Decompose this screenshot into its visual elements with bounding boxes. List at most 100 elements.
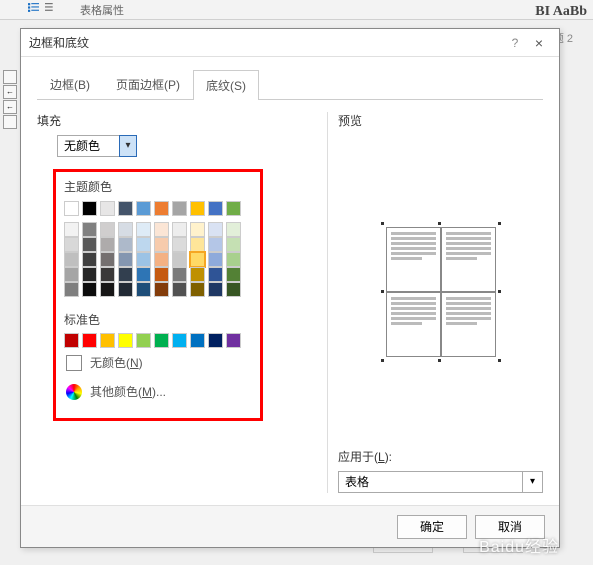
color-swatch[interactable]: [208, 237, 223, 252]
tab-shading[interactable]: 底纹(S): [193, 70, 259, 100]
color-swatch[interactable]: [100, 201, 115, 216]
apply-to-combo[interactable]: 表格 ▾: [338, 471, 543, 493]
more-colors-option[interactable]: 其他颜色(M)...: [64, 377, 252, 406]
color-swatch[interactable]: [136, 201, 151, 216]
more-colors-label: 其他颜色(M)...: [90, 383, 166, 400]
color-swatch[interactable]: [118, 201, 133, 216]
color-swatch[interactable]: [154, 201, 169, 216]
cancel-button[interactable]: 取消: [475, 515, 545, 539]
help-button[interactable]: ?: [503, 36, 527, 50]
color-swatch[interactable]: [226, 237, 241, 252]
color-swatch[interactable]: [82, 252, 97, 267]
color-swatch[interactable]: [172, 282, 187, 297]
color-swatch[interactable]: [118, 252, 133, 267]
fill-combo-value: 无颜色: [57, 135, 119, 157]
color-swatch[interactable]: [190, 222, 205, 237]
color-swatch[interactable]: [82, 237, 97, 252]
ok-button[interactable]: 确定: [397, 515, 467, 539]
no-color-label: 无颜色(N): [90, 354, 143, 371]
color-swatch[interactable]: [190, 252, 205, 267]
color-swatch[interactable]: [64, 237, 79, 252]
color-swatch[interactable]: [208, 201, 223, 216]
color-swatch[interactable]: [226, 222, 241, 237]
color-swatch[interactable]: [100, 333, 115, 348]
ribbon-list-icons: [28, 2, 56, 13]
close-button[interactable]: ×: [527, 35, 551, 51]
preview-area: [338, 135, 543, 448]
color-swatch[interactable]: [154, 222, 169, 237]
color-swatch[interactable]: [136, 333, 151, 348]
color-swatch[interactable]: [226, 252, 241, 267]
dialog-titlebar: 边框和底纹 ? ×: [21, 29, 559, 57]
color-swatch[interactable]: [64, 252, 79, 267]
color-swatch[interactable]: [172, 252, 187, 267]
color-swatch[interactable]: [208, 333, 223, 348]
color-swatch[interactable]: [82, 201, 97, 216]
bg-border-icons: ←←: [3, 70, 17, 129]
color-swatch[interactable]: [118, 333, 133, 348]
color-swatch[interactable]: [136, 222, 151, 237]
color-swatch[interactable]: [82, 333, 97, 348]
fill-color-combo[interactable]: 无颜色 ▾: [57, 135, 317, 157]
color-swatch[interactable]: [118, 267, 133, 282]
color-swatch[interactable]: [118, 222, 133, 237]
color-swatch[interactable]: [136, 282, 151, 297]
color-swatch[interactable]: [190, 201, 205, 216]
tab-border[interactable]: 边框(B): [37, 69, 103, 99]
color-swatch[interactable]: [190, 237, 205, 252]
color-swatch[interactable]: [226, 333, 241, 348]
no-color-swatch-icon: [66, 355, 82, 371]
color-swatch[interactable]: [154, 252, 169, 267]
bg-style-preview: BI AaBb: [535, 2, 587, 20]
color-swatch[interactable]: [190, 267, 205, 282]
color-swatch[interactable]: [100, 252, 115, 267]
color-swatch[interactable]: [100, 282, 115, 297]
tab-strip: 边框(B) 页面边框(P) 底纹(S): [37, 69, 543, 100]
color-swatch[interactable]: [208, 282, 223, 297]
color-swatch[interactable]: [208, 222, 223, 237]
color-palette-dropdown: 主题颜色 标准色 无颜色(N) 其他颜色(M)...: [53, 169, 263, 421]
color-swatch[interactable]: [64, 222, 79, 237]
color-swatch[interactable]: [100, 222, 115, 237]
apply-to-value: 表格: [338, 471, 523, 493]
color-swatch[interactable]: [172, 237, 187, 252]
color-swatch[interactable]: [82, 282, 97, 297]
tab-page-border[interactable]: 页面边框(P): [103, 69, 193, 99]
color-swatch[interactable]: [226, 282, 241, 297]
dialog-footer: 确定 取消: [21, 505, 559, 547]
ribbon-label: 表格属性: [80, 2, 124, 18]
color-swatch[interactable]: [64, 282, 79, 297]
color-swatch[interactable]: [154, 267, 169, 282]
fill-combo-dropdown-button[interactable]: ▾: [119, 135, 137, 157]
standard-colors-label: 标准色: [64, 311, 252, 328]
color-swatch[interactable]: [172, 267, 187, 282]
color-swatch[interactable]: [64, 333, 79, 348]
color-swatch[interactable]: [100, 237, 115, 252]
color-swatch[interactable]: [136, 237, 151, 252]
color-swatch[interactable]: [136, 267, 151, 282]
color-swatch[interactable]: [64, 267, 79, 282]
color-swatch[interactable]: [208, 267, 223, 282]
color-swatch[interactable]: [172, 333, 187, 348]
color-swatch[interactable]: [100, 267, 115, 282]
preview-table-graphic: [386, 227, 496, 357]
color-swatch[interactable]: [118, 282, 133, 297]
color-swatch[interactable]: [172, 222, 187, 237]
color-swatch[interactable]: [226, 267, 241, 282]
color-swatch[interactable]: [118, 237, 133, 252]
color-swatch[interactable]: [136, 252, 151, 267]
color-swatch[interactable]: [190, 282, 205, 297]
color-swatch[interactable]: [82, 267, 97, 282]
color-swatch[interactable]: [154, 237, 169, 252]
color-swatch[interactable]: [64, 201, 79, 216]
apply-to-dropdown-button[interactable]: ▾: [523, 471, 543, 493]
theme-colors-label: 主题颜色: [64, 178, 252, 195]
color-swatch[interactable]: [226, 201, 241, 216]
color-swatch[interactable]: [154, 282, 169, 297]
color-swatch[interactable]: [172, 201, 187, 216]
color-swatch[interactable]: [82, 222, 97, 237]
no-color-option[interactable]: 无颜色(N): [64, 348, 252, 377]
color-swatch[interactable]: [208, 252, 223, 267]
color-swatch[interactable]: [154, 333, 169, 348]
color-swatch[interactable]: [190, 333, 205, 348]
